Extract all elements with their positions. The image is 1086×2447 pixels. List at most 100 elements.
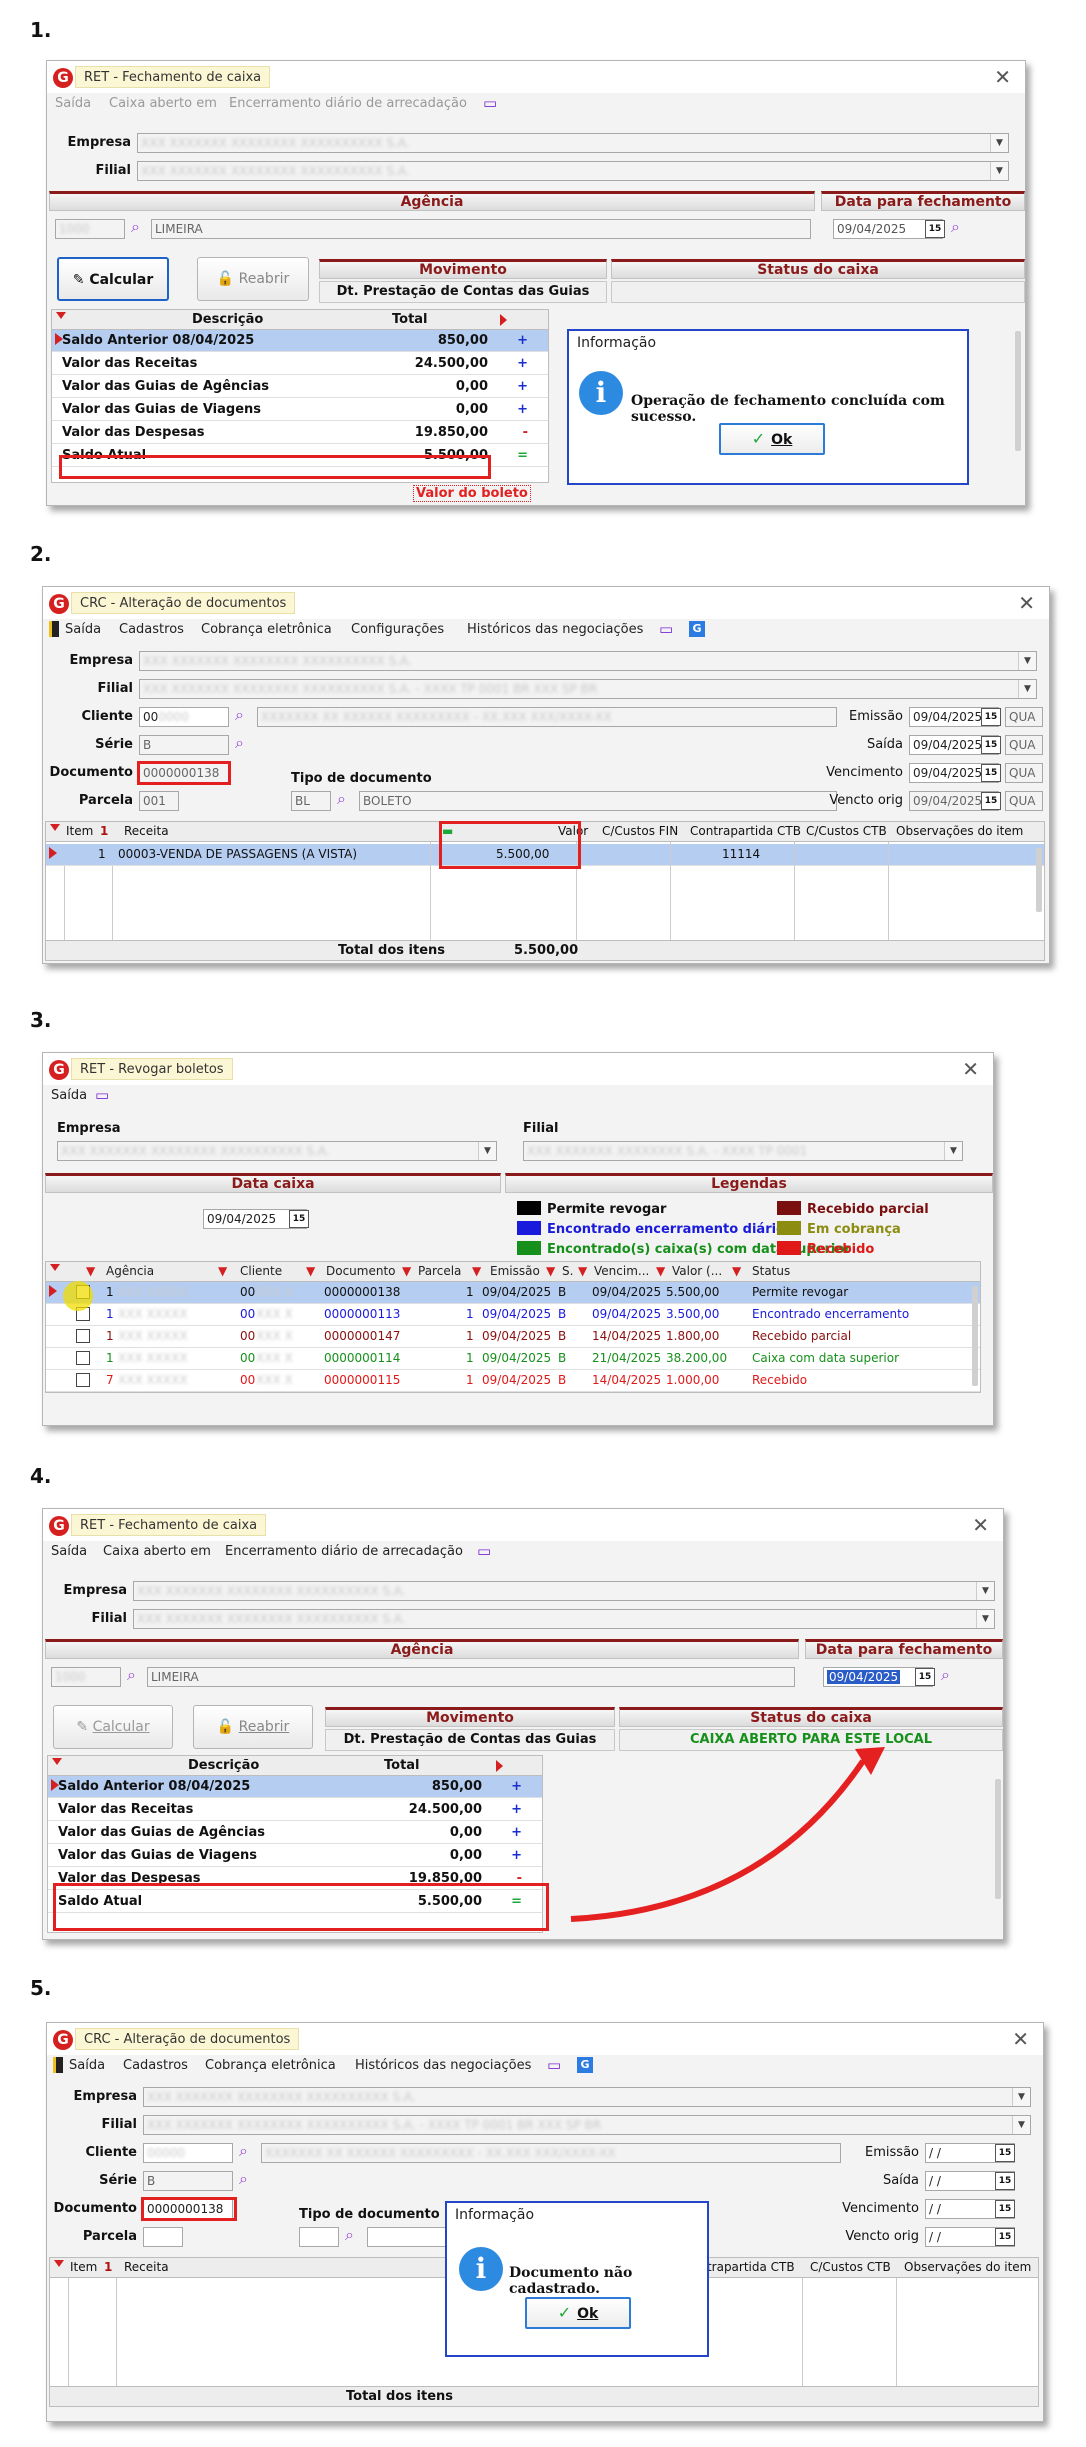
calendar-icon[interactable]: 15: [981, 764, 1001, 782]
monitor-icon[interactable]: ▭: [659, 620, 673, 638]
scrollbar[interactable]: [1036, 848, 1042, 912]
menu-saida[interactable]: Saída: [55, 96, 91, 111]
cliente-code-field[interactable]: 00000: [143, 2143, 233, 2163]
search-icon[interactable]: ⌕: [131, 217, 140, 237]
tipo-code-field[interactable]: BL: [291, 791, 331, 811]
agencia-code-field[interactable]: 1000: [55, 219, 125, 239]
empresa-select[interactable]: XXX XXXXXXX XXXXXXXX XXXXXXXXXX S.A. ▼: [133, 1581, 995, 1601]
table-row[interactable]: Valor das Guias de Agências 0,00 +: [52, 376, 548, 398]
calendar-icon[interactable]: 15: [995, 2200, 1015, 2218]
ok-button[interactable]: ✓ Ok: [525, 2297, 631, 2329]
search-icon[interactable]: ⌕: [239, 2141, 248, 2161]
menu-cadastros[interactable]: Cadastros: [123, 2058, 188, 2073]
table-row[interactable]: Valor das Receitas 24.500,00 +: [52, 353, 548, 375]
tipo-code-field[interactable]: [299, 2227, 339, 2247]
chevron-down-icon[interactable]: ▼: [1012, 2116, 1030, 2134]
filter-icon[interactable]: ▼: [656, 1264, 665, 1278]
search-icon[interactable]: ⌕: [337, 789, 346, 809]
empresa-select[interactable]: XXX XXXXXXX XXXXXXXX XXXXXXXXXX S.A. ▼: [57, 1141, 497, 1161]
calendar-icon[interactable]: 15: [981, 736, 1001, 754]
filter-icon[interactable]: [50, 824, 60, 831]
reabrir-button[interactable]: 🔓 Reabrir: [193, 1705, 313, 1749]
chevron-down-icon[interactable]: ▼: [990, 134, 1008, 152]
filter-icon[interactable]: [50, 1264, 60, 1271]
table-row[interactable]: Valor das Receitas 24.500,00 +: [48, 1799, 542, 1821]
close-icon[interactable]: ✕: [972, 1513, 989, 1537]
chevron-down-icon[interactable]: ▼: [1012, 2088, 1030, 2106]
close-icon[interactable]: ✕: [994, 65, 1011, 89]
calendar-icon[interactable]: 15: [981, 708, 1001, 726]
empresa-select[interactable]: XXX XXXXXXX XXXXXXXX XXXXXXXXXX S.A. ▼: [139, 651, 1037, 671]
menu-cobranca[interactable]: Cobrança eletrônica: [205, 2058, 336, 2073]
filter-icon[interactable]: [54, 2260, 64, 2267]
table-row[interactable]: Valor das Despesas 19.850,00 -: [52, 422, 548, 444]
table-row[interactable]: Saldo Anterior 08/04/2025 850,00 +: [52, 330, 548, 352]
serie-field[interactable]: B: [139, 735, 229, 755]
table-row[interactable]: Valor das Guias de Viagens 0,00 +: [52, 399, 548, 421]
filter-icon[interactable]: [56, 312, 66, 319]
g-app-icon[interactable]: G: [689, 621, 705, 637]
table-row[interactable]: 1 00 0000000138 1 09/04/2025 B 09/04/2025 5.500…: [46, 1282, 980, 1304]
menu-historicos[interactable]: Históricos das negociações: [355, 2058, 531, 2073]
filial-select[interactable]: XXX XXXXXXX XXXXXXXX S.A. - XXXX TP 0001…: [523, 1141, 963, 1161]
chevron-down-icon[interactable]: ▼: [976, 1610, 994, 1628]
menu-saida[interactable]: Saída: [51, 1544, 87, 1559]
cliente-code-field[interactable]: 000000: [139, 707, 229, 727]
ok-button[interactable]: ✓ Ok: [719, 423, 825, 455]
calcular-button[interactable]: ✎ Calcular: [57, 257, 169, 301]
filter-icon[interactable]: ▼: [86, 1264, 95, 1278]
search-icon[interactable]: ⌕: [235, 733, 244, 753]
table-row[interactable]: Valor das Guias de Agências 0,00 +: [48, 1822, 542, 1844]
row-checkbox[interactable]: [76, 1351, 90, 1365]
sort-icon[interactable]: 1: [100, 824, 108, 838]
filial-select[interactable]: XXX XXXXXXX XXXXXXXX XXXXXXXXXX S.A. ▼: [137, 161, 1009, 181]
menu-caixa-aberto[interactable]: Caixa aberto em: [103, 1544, 211, 1559]
menu-saida[interactable]: Saída: [51, 1088, 87, 1103]
menu-saida[interactable]: Saída: [65, 622, 101, 637]
search-icon[interactable]: ⌕: [127, 1665, 136, 1685]
calendar-icon[interactable]: 15: [995, 2228, 1015, 2246]
chevron-down-icon[interactable]: ▼: [1018, 680, 1036, 698]
row-checkbox[interactable]: [76, 1373, 90, 1387]
menu-cadastros[interactable]: Cadastros: [119, 622, 184, 637]
search-icon[interactable]: ⌕: [345, 2225, 354, 2245]
menu-saida[interactable]: Saída: [69, 2058, 105, 2073]
chevron-down-icon[interactable]: ▼: [990, 162, 1008, 180]
close-icon[interactable]: ✕: [962, 1057, 979, 1081]
table-row[interactable]: 1 00 0000000147 1 09/04/2025 B 14/04/2025 1.800…: [46, 1326, 980, 1348]
exit-door-icon[interactable]: [49, 621, 59, 637]
search-icon[interactable]: ⌕: [941, 1665, 950, 1685]
filter-icon[interactable]: [52, 1758, 62, 1765]
calendar-icon[interactable]: 15: [915, 1668, 935, 1686]
filter-icon[interactable]: ▼: [546, 1264, 555, 1278]
serie-field[interactable]: B: [143, 2171, 233, 2191]
monitor-icon[interactable]: ▭: [477, 1542, 491, 1560]
table-row[interactable]: Saldo Anterior 08/04/2025 850,00 +: [48, 1776, 542, 1798]
filter-icon[interactable]: ▼: [472, 1264, 481, 1278]
calendar-icon[interactable]: 15: [995, 2172, 1015, 2190]
close-icon[interactable]: ✕: [1012, 2027, 1029, 2051]
parcela-field[interactable]: [143, 2227, 183, 2247]
scrollbar[interactable]: [972, 1286, 978, 1386]
filial-select[interactable]: XXX XXXXXXX XXXXXXXX XXXXXXXXXX S.A. - X…: [139, 679, 1037, 699]
close-icon[interactable]: ✕: [1018, 591, 1035, 615]
chevron-down-icon[interactable]: ▼: [1018, 652, 1036, 670]
table-row[interactable]: Valor das Guias de Viagens 0,00 +: [48, 1845, 542, 1867]
table-row[interactable]: 1 00 0000000113 1 09/04/2025 B 09/04/2025 3.500…: [46, 1304, 980, 1326]
calendar-icon[interactable]: 15: [925, 220, 945, 238]
filter-icon[interactable]: ▼: [578, 1264, 587, 1278]
chevron-down-icon[interactable]: ▼: [478, 1142, 496, 1160]
monitor-icon[interactable]: ▭: [95, 1086, 109, 1104]
chevron-down-icon[interactable]: ▼: [944, 1142, 962, 1160]
search-icon[interactable]: ⌕: [239, 2169, 248, 2189]
table-row[interactable]: 1 00 0000000114 1 09/04/2025 B 21/04/2025 38.20…: [46, 1348, 980, 1370]
filter-icon[interactable]: ▼: [402, 1264, 411, 1278]
monitor-icon[interactable]: ▭: [483, 94, 497, 112]
calendar-icon[interactable]: 15: [289, 1210, 309, 1228]
scrollbar[interactable]: [1015, 331, 1021, 451]
menu-cobranca[interactable]: Cobrança eletrônica: [201, 622, 332, 637]
chevron-down-icon[interactable]: ▼: [976, 1582, 994, 1600]
empresa-select[interactable]: XXX XXXXXXX XXXXXXXX XXXXXXXXXX S.A. ▼: [137, 133, 1009, 153]
search-icon[interactable]: ⌕: [951, 217, 960, 237]
sort-icon[interactable]: 1: [104, 2260, 112, 2274]
